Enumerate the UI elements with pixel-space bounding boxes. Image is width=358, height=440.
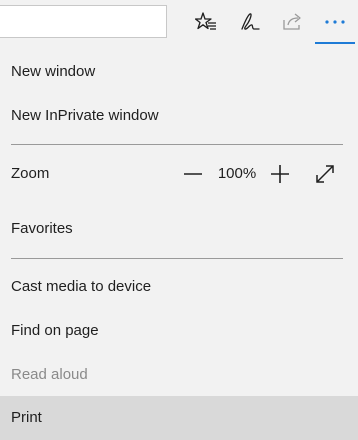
menu-item-print[interactable]: Print bbox=[0, 396, 358, 440]
menu-item-favorites[interactable]: Favorites bbox=[0, 207, 358, 251]
menu-item-new-window[interactable]: New window bbox=[0, 50, 358, 94]
menu-separator bbox=[11, 258, 343, 259]
pen-icon bbox=[241, 13, 260, 30]
menu-item-cast-media[interactable]: Cast media to device bbox=[0, 265, 358, 309]
browser-toolbar bbox=[0, 0, 358, 44]
full-screen-icon bbox=[316, 165, 334, 183]
zoom-value: 100% bbox=[217, 165, 257, 182]
menu-item-find-on-page[interactable]: Find on page bbox=[0, 309, 358, 353]
settings-menu: New window New InPrivate window Zoom 100… bbox=[0, 44, 358, 440]
more-icon bbox=[325, 20, 345, 24]
settings-and-more-button[interactable] bbox=[315, 2, 355, 44]
menu-item-read-aloud[interactable]: Read aloud bbox=[0, 353, 358, 397]
plus-icon bbox=[271, 165, 289, 183]
zoom-out-button[interactable] bbox=[175, 156, 211, 192]
add-to-favorites-button[interactable] bbox=[186, 2, 226, 42]
star-add-icon bbox=[195, 12, 216, 30]
minus-icon bbox=[184, 173, 202, 175]
zoom-label: Zoom bbox=[11, 165, 50, 182]
address-bar[interactable] bbox=[0, 5, 167, 38]
share-button[interactable] bbox=[273, 2, 313, 42]
zoom-row: Zoom 100% bbox=[0, 152, 358, 196]
full-screen-button[interactable] bbox=[307, 156, 343, 192]
menu-item-new-inprivate-window[interactable]: New InPrivate window bbox=[0, 94, 358, 138]
menu-separator bbox=[11, 144, 343, 145]
zoom-in-button[interactable] bbox=[262, 156, 298, 192]
share-icon bbox=[283, 13, 301, 30]
add-notes-button[interactable] bbox=[230, 2, 270, 42]
